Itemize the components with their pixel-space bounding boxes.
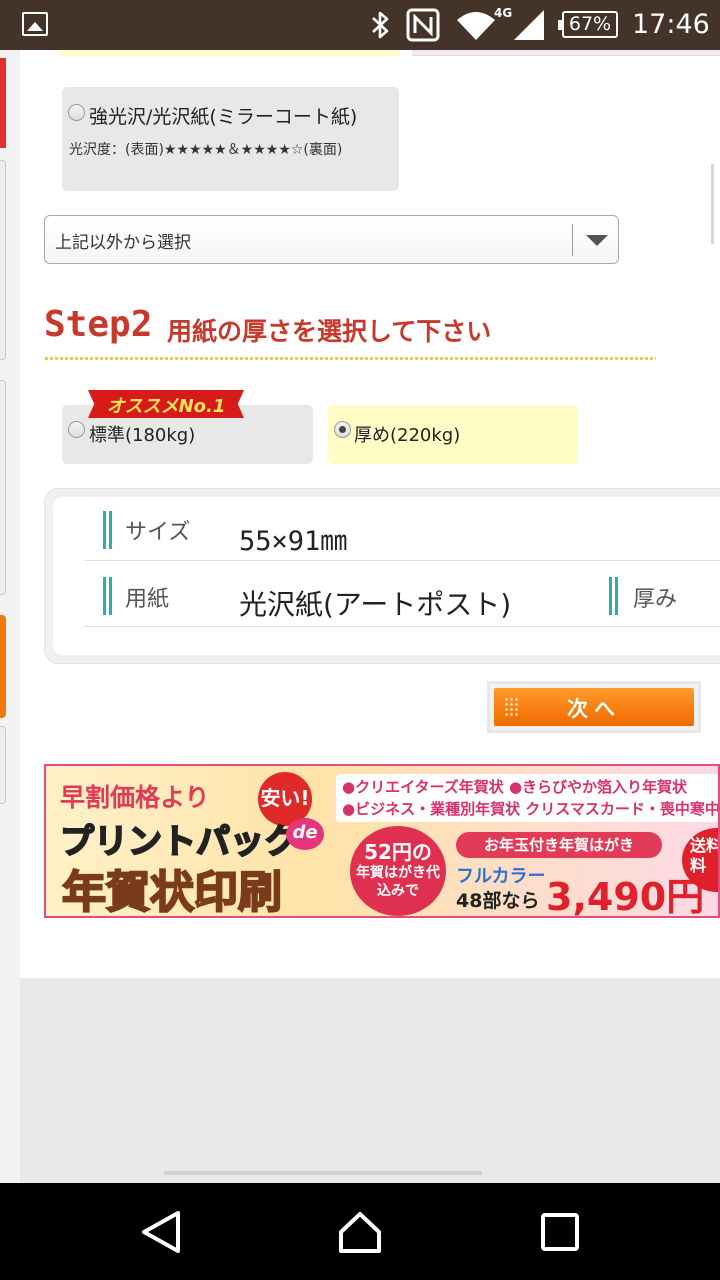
paper-option-label: 強光沢/光沢紙(ミラーコート紙) [89, 106, 358, 128]
banner-headline: 年賀状印刷 [61, 866, 283, 918]
back-icon[interactable] [136, 1207, 186, 1257]
side-tab[interactable] [0, 726, 6, 804]
gloss-rating: 光沢度：(表面)★★★★★＆★★★★☆(裏面) [69, 142, 343, 158]
bluetooth-icon [372, 11, 389, 39]
banner-circle-note: 年賀はがき代込みで [356, 865, 440, 899]
system-nav-bar [0, 1183, 720, 1280]
nfc-icon [406, 8, 440, 42]
select-divider [572, 224, 573, 256]
banner-list-line: ●ビジネス・業種別年賀状 クリスマスカード・喪中寒中 [342, 800, 720, 818]
status-bar: 4G 67% 17:46 [0, 0, 720, 50]
recommended-badge-text: オススメNo.1 [106, 396, 226, 417]
row-marker [103, 511, 112, 549]
signal-icon [514, 10, 545, 40]
paper-key: 用紙 [125, 587, 170, 612]
size-value: 55×91㎜ [239, 526, 348, 557]
thickness-standard-label: 標準(180kg) [89, 425, 196, 446]
banner-de-badge: de [286, 818, 324, 850]
web-page[interactable]: 強光沢/光沢紙(ミラーコート紙) 光沢度：(表面)★★★★★＆★★★★☆(裏面)… [0, 50, 720, 1183]
banner-price: 3,490円 [546, 875, 705, 918]
battery-indicator: 67% [558, 11, 618, 38]
banner-list-line: ●クリエイターズ年賀状 ●きらびやか箔入り年賀状 [342, 778, 688, 796]
option-card-partial[interactable] [60, 50, 400, 56]
status-icons: 4G [368, 6, 546, 42]
row-divider [85, 626, 720, 627]
recommended-badge: オススメNo.1 [88, 390, 244, 418]
side-tab-active[interactable] [0, 615, 6, 718]
banner-fullcolor: フルカラー [456, 866, 546, 887]
paper-other-select[interactable]: 上記以外から選択 [44, 215, 619, 264]
option-card-partial[interactable] [412, 50, 720, 56]
select-value: 上記以外から選択 [55, 233, 191, 253]
nengajo-ad-banner[interactable]: 早割価格より 安い! プリントパック de 年賀状印刷 ●クリエイターズ年賀状 … [44, 764, 720, 918]
row-divider [85, 560, 720, 561]
side-tab-red[interactable] [0, 58, 6, 148]
home-icon[interactable] [335, 1207, 385, 1257]
step-label: Step2 [44, 304, 153, 345]
banner-pill: お年玉付き年賀はがき [456, 832, 662, 858]
wifi-icon [457, 12, 495, 40]
right-scroll-track [711, 164, 714, 244]
banner-circle-price: 52円の [364, 840, 432, 864]
side-tab[interactable] [0, 160, 6, 360]
next-button-face[interactable]: 次へ [494, 688, 694, 726]
order-summary-inner: サイズ 55×91㎜ 用紙 光沢紙(アートポスト) 厚み [53, 497, 720, 655]
dotted-divider [44, 355, 656, 362]
size-key: サイズ [125, 520, 191, 545]
clock: 17:46 [632, 9, 710, 40]
left-side-tabs [0, 50, 20, 1183]
horizontal-scrollbar[interactable] [164, 1171, 482, 1175]
paper-value: 光沢紙(アートポスト) [239, 588, 512, 621]
next-button[interactable]: 次へ [487, 681, 701, 733]
row-marker [609, 577, 618, 615]
next-button-label: 次へ [567, 697, 621, 721]
chevron-down-icon[interactable] [586, 235, 608, 246]
thickness-key: 厚み [633, 587, 678, 612]
order-summary: サイズ 55×91㎜ 用紙 光沢紙(アートポスト) 厚み [44, 488, 720, 664]
banner-product-list: ●クリエイターズ年賀状 ●きらびやか箔入り年賀状 ●ビジネス・業種別年賀状 クリ… [336, 774, 720, 822]
paper-option-radio[interactable] [68, 104, 85, 121]
network-type-label: 4G [494, 6, 513, 20]
gallery-notification-icon [22, 12, 48, 36]
banner-count: 48部なら [456, 890, 540, 912]
recent-apps-icon[interactable] [535, 1207, 585, 1257]
row-marker [103, 577, 112, 615]
thickness-standard-radio[interactable] [68, 421, 85, 438]
thickness-thick-radio[interactable] [334, 421, 351, 438]
banner-postcard-badge: 52円の 年賀はがき代込みで [350, 826, 446, 916]
banner-early-text: 早割価格より [60, 783, 210, 812]
step-title: 用紙の厚さを選択して下さい [167, 317, 492, 346]
paper-option-mirror-coat[interactable]: 強光沢/光沢紙(ミラーコート紙) 光沢度：(表面)★★★★★＆★★★★☆(裏面) [62, 87, 399, 191]
thickness-thick-label: 厚め(220kg) [354, 425, 461, 446]
thickness-option-thick[interactable]: 厚め(220kg) [328, 405, 578, 464]
side-tab[interactable] [0, 380, 6, 595]
